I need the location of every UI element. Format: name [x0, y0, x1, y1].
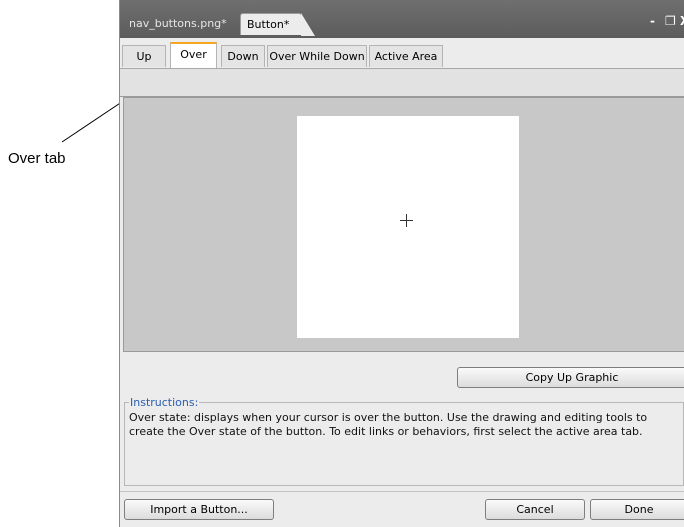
minimize-icon[interactable]: -: [650, 14, 655, 28]
instructions-text: Over state: displays when your cursor is…: [129, 411, 648, 438]
instructions-panel: Instructions: Over state: displays when …: [124, 396, 684, 486]
tab-over[interactable]: Over: [170, 42, 217, 68]
state-tab-bar: Up Over Down Over While Down Active Area: [120, 38, 684, 69]
document-tab-button[interactable]: Button*: [240, 13, 315, 36]
tab-up[interactable]: Up: [122, 45, 166, 67]
instructions-title: Instructions:: [130, 396, 199, 409]
canvas-area[interactable]: [123, 97, 684, 352]
document-tab-bar: nav_buttons.png* Button* - ❐ X: [120, 0, 684, 38]
tab-over-while-down[interactable]: Over While Down: [267, 45, 367, 67]
bottom-divider: [120, 491, 684, 492]
import-button-button[interactable]: Import a Button...: [124, 499, 274, 520]
cancel-button[interactable]: Cancel: [485, 499, 585, 520]
tab-down[interactable]: Down: [221, 45, 265, 67]
close-icon[interactable]: X: [680, 14, 684, 28]
done-button[interactable]: Done: [590, 499, 684, 520]
tab-active-area[interactable]: Active Area: [369, 45, 443, 67]
document-tab-nav-buttons[interactable]: nav_buttons.png*: [123, 13, 239, 35]
crosshair-icon: [400, 214, 414, 228]
button-canvas[interactable]: [297, 116, 519, 338]
callout-label: Over tab: [8, 150, 66, 167]
canvas-toolbar-strip: [120, 69, 684, 97]
restore-icon[interactable]: ❐: [665, 14, 676, 28]
button-editor-window: nav_buttons.png* Button* - ❐ X Up Over D…: [119, 0, 684, 527]
copy-up-graphic-button[interactable]: Copy Up Graphic: [457, 367, 684, 388]
